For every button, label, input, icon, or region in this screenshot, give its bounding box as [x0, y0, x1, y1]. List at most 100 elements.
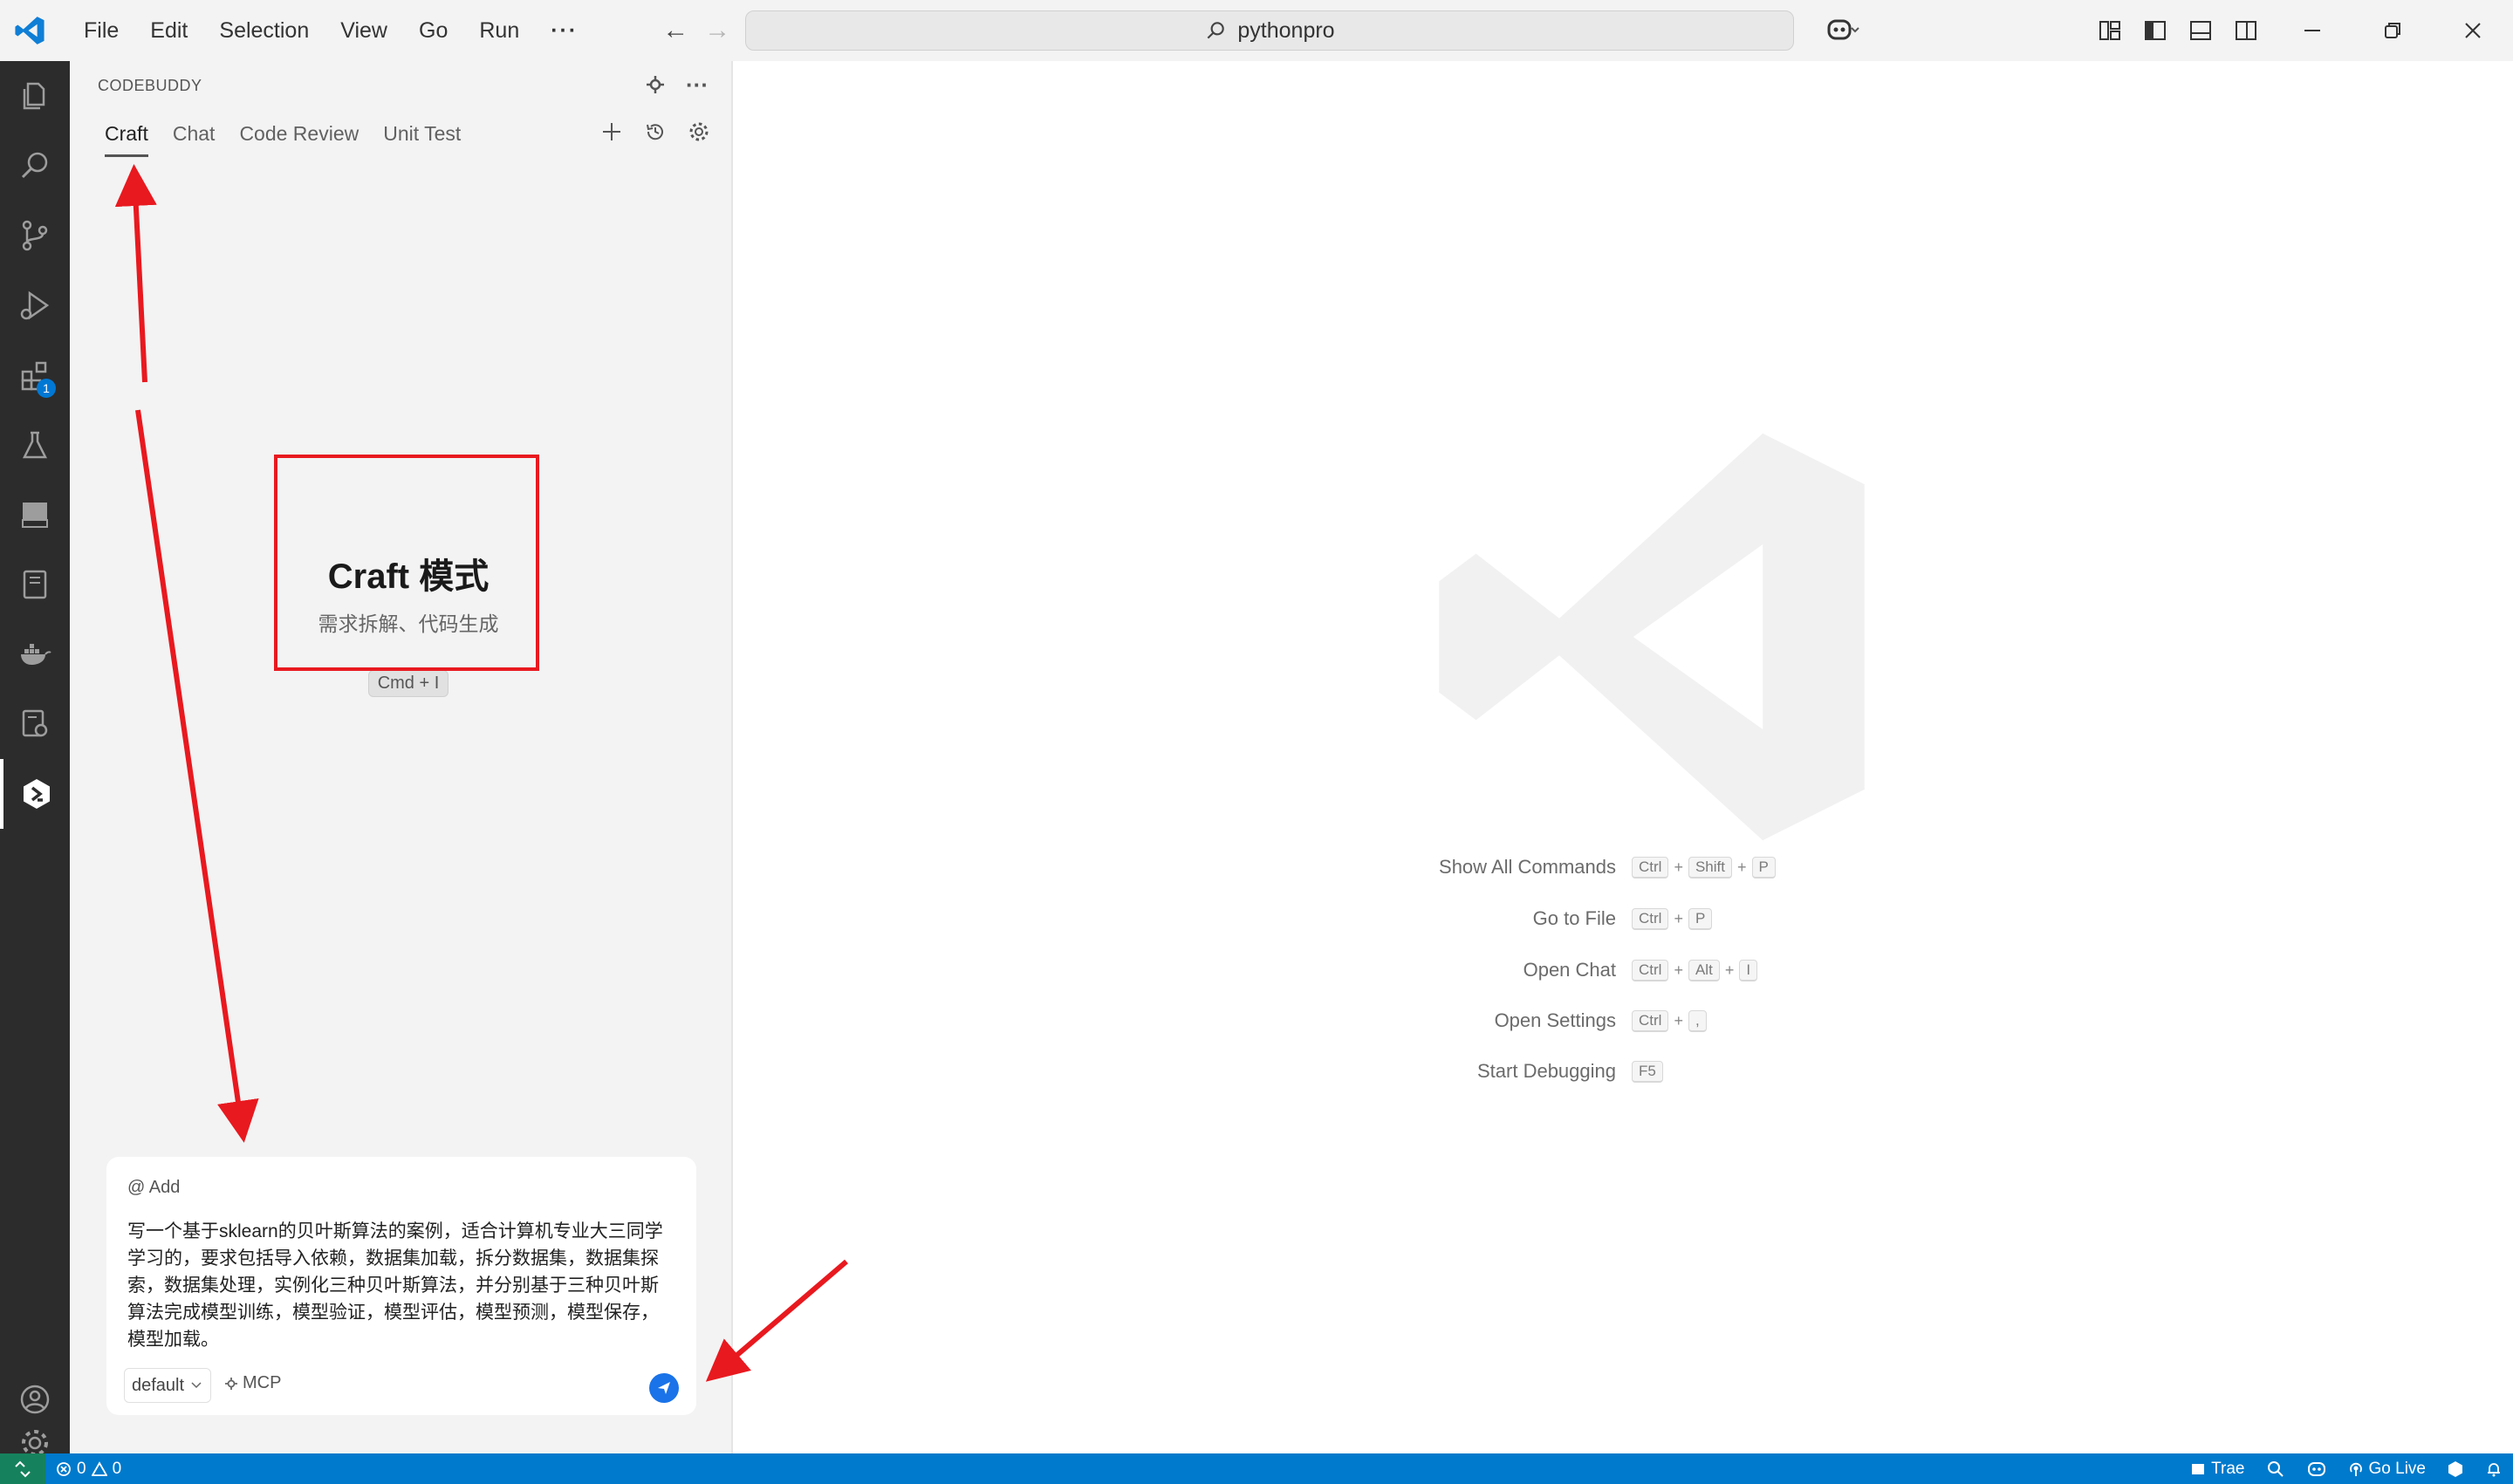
menu-run[interactable]: Run — [463, 0, 535, 61]
forward-arrow-icon[interactable]: → — [696, 16, 738, 45]
mcp-button[interactable]: MCP — [223, 1373, 281, 1393]
go-live-label: Go Live — [2368, 1459, 2426, 1478]
tab-unit-test[interactable]: Unit Test — [383, 122, 461, 157]
copilot-area — [1811, 0, 1873, 61]
status-bar: 0 0 Trae Go Live — [0, 1453, 2513, 1484]
shortcut-label: Open Settings — [1494, 1009, 1616, 1031]
mcp-plug-icon[interactable] — [642, 72, 668, 98]
account-icon[interactable] — [0, 1364, 70, 1434]
toggle-primary-sidebar-icon[interactable] — [2133, 0, 2178, 61]
key: Ctrl — [1632, 1009, 1669, 1032]
trae-label: Trae — [2211, 1459, 2245, 1478]
add-context-button[interactable]: @ Add — [127, 1178, 180, 1198]
key-plus: + — [1674, 858, 1683, 876]
craft-mode-title: Craft 模式 — [327, 557, 490, 596]
key: Shift — [1688, 856, 1732, 879]
menu-more-button[interactable]: ··· — [535, 0, 593, 61]
run-debug-icon[interactable] — [0, 270, 70, 340]
go-live-button[interactable]: Go Live — [2338, 1453, 2436, 1484]
close-button[interactable] — [2433, 0, 2513, 61]
codebuddy-icon[interactable] — [0, 759, 70, 829]
menu-view[interactable]: View — [325, 0, 403, 61]
customize-layout-icon[interactable] — [2087, 0, 2133, 61]
copilot-icon[interactable] — [1811, 0, 1873, 61]
activity-bar: 1 — [0, 61, 70, 1456]
shortcut-row: Open Chat Ctrl + Alt + I — [1082, 956, 2164, 984]
testing-flask-icon[interactable] — [0, 410, 70, 480]
notifications-bell-icon[interactable] — [2475, 1453, 2513, 1484]
manage-gear-icon[interactable] — [0, 1430, 70, 1456]
new-chat-plus-icon[interactable] — [599, 119, 625, 145]
copilot-status-icon[interactable] — [2296, 1453, 2338, 1484]
remote-indicator-icon[interactable] — [0, 1453, 45, 1484]
tab-code-review[interactable]: Code Review — [239, 122, 359, 157]
key: Alt — [1688, 959, 1720, 981]
key: I — [1739, 959, 1758, 981]
extensions-badge: 1 — [37, 379, 56, 398]
broadcast-icon — [2349, 1462, 2362, 1476]
tab-actions — [599, 119, 712, 145]
more-actions-icon[interactable]: ··· — [684, 72, 710, 98]
remote-explorer-icon[interactable] — [0, 689, 70, 759]
codebuddy-sidebar: CODEBUDDY ··· Craft Chat Code Review Uni… — [70, 61, 733, 1453]
search-icon[interactable] — [0, 131, 70, 201]
shortcut-label: Open Chat — [1523, 959, 1616, 981]
prompt-input[interactable]: 写一个基于sklearn的贝叶斯算法的案例，适合计算机专业大三同学学习的，要求包… — [127, 1218, 674, 1353]
extensions-icon[interactable]: 1 — [0, 340, 70, 410]
notebook-icon[interactable] — [0, 550, 70, 619]
tab-craft[interactable]: Craft — [105, 122, 148, 157]
history-icon[interactable] — [642, 119, 668, 145]
codebuddy-status-icon[interactable] — [2436, 1453, 2475, 1484]
key: Ctrl — [1632, 856, 1669, 879]
toggle-panel-icon[interactable] — [2178, 0, 2223, 61]
key: P — [1688, 907, 1713, 930]
mcp-label: MCP — [243, 1373, 282, 1392]
shortcut-row: Go to File Ctrl + P — [1082, 905, 2164, 933]
vscode-watermark-icon — [1439, 433, 1865, 841]
back-arrow-icon[interactable]: ← — [654, 16, 696, 45]
trae-item[interactable]: Trae — [2180, 1453, 2255, 1484]
problems-indicator[interactable]: 0 0 — [45, 1453, 132, 1484]
settings-gear-icon[interactable] — [686, 119, 712, 145]
key-plus: + — [1674, 909, 1683, 927]
key-plus: + — [1724, 961, 1735, 979]
shortcut-label: Start Debugging — [1477, 1060, 1616, 1082]
mcp-plug-icon — [225, 1377, 237, 1390]
window-controls — [2272, 0, 2513, 61]
menu-selection[interactable]: Selection — [203, 0, 325, 61]
source-control-icon[interactable] — [0, 201, 70, 270]
send-button[interactable] — [649, 1373, 679, 1403]
explorer-icon[interactable] — [0, 61, 70, 131]
menu-go[interactable]: Go — [403, 0, 463, 61]
key: F5 — [1632, 1060, 1663, 1083]
tab-chat[interactable]: Chat — [173, 122, 216, 157]
model-select[interactable]: default — [124, 1368, 212, 1403]
error-count: 0 — [77, 1459, 86, 1478]
editor-area: Show All Commands Ctrl + Shift + P Go to… — [733, 61, 2513, 1453]
panel-icon[interactable] — [0, 480, 70, 550]
warning-count: 0 — [112, 1459, 122, 1478]
key: P — [1751, 856, 1776, 879]
key-plus: + — [1674, 961, 1683, 979]
search-label: pythonpro — [1237, 17, 1335, 43]
chat-input-box[interactable]: @ Add 写一个基于sklearn的贝叶斯算法的案例，适合计算机专业大三同学学… — [106, 1157, 696, 1415]
menu-file[interactable]: File — [68, 0, 134, 61]
menu-edit[interactable]: Edit — [134, 0, 203, 61]
key: Ctrl — [1632, 959, 1669, 981]
zoom-icon[interactable] — [2256, 1453, 2296, 1484]
chevron-down-icon — [191, 1382, 202, 1389]
shortcut-row: Open Settings Ctrl + , — [1082, 1007, 2164, 1035]
key-plus: + — [1737, 858, 1747, 876]
command-center-search[interactable]: pythonpro — [745, 10, 1794, 51]
error-icon — [57, 1461, 71, 1476]
restore-button[interactable] — [2352, 0, 2433, 61]
model-select-value: default — [132, 1375, 185, 1395]
craft-mode-intro: Craft 模式 需求拆解、代码生成 Cmd + I — [277, 455, 539, 697]
toggle-secondary-sidebar-icon[interactable] — [2223, 0, 2269, 61]
docker-icon[interactable] — [0, 619, 70, 689]
send-icon — [658, 1382, 670, 1394]
shortcut-label: Go to File — [1532, 907, 1616, 929]
minimize-button[interactable] — [2272, 0, 2352, 61]
trae-icon — [2192, 1463, 2205, 1474]
shortcut-label: Show All Commands — [1439, 856, 1616, 878]
